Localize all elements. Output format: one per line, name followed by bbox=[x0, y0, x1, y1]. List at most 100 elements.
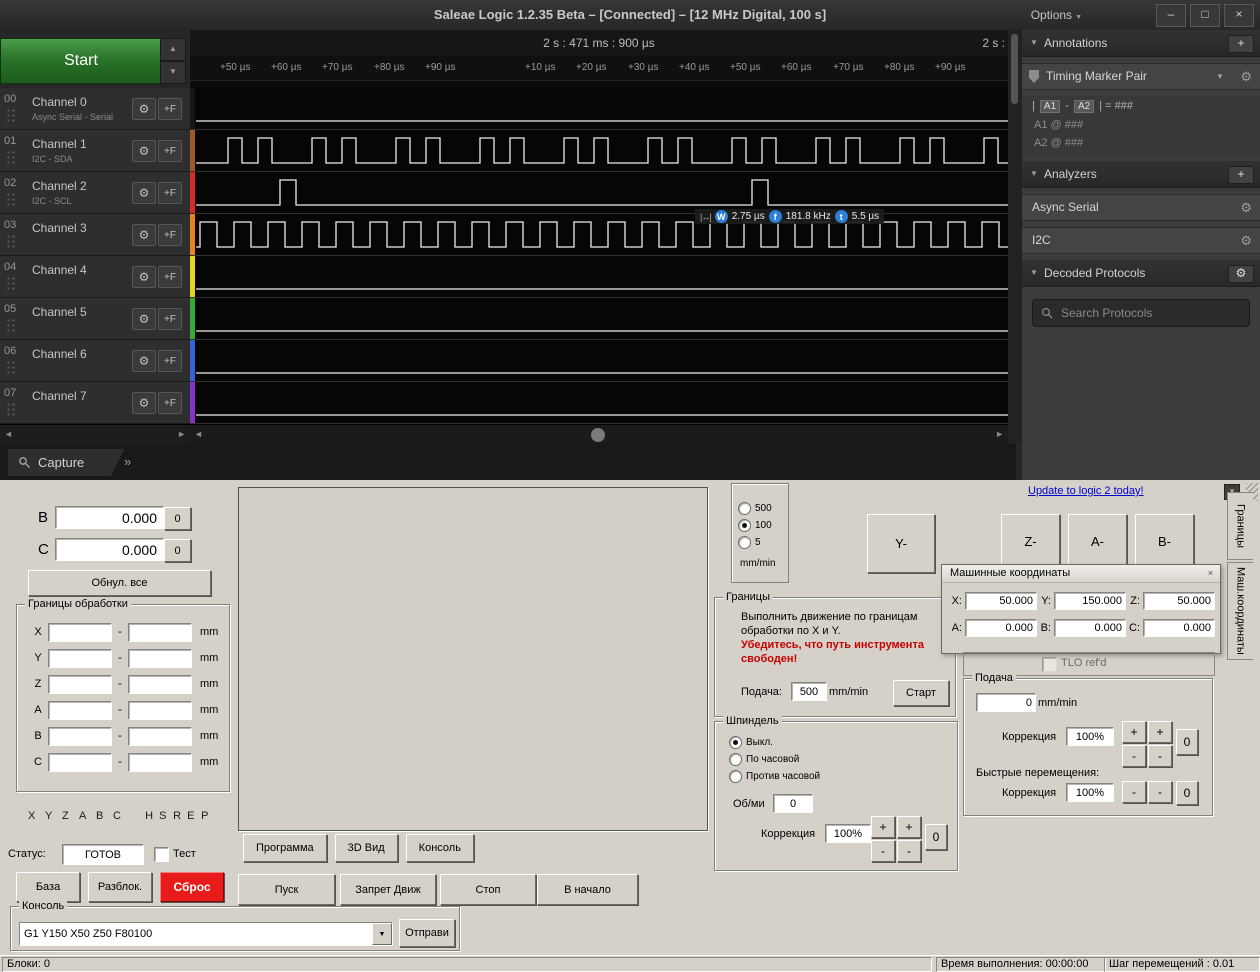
channel-row[interactable]: 01 Channel 1 I2C - SDA ⚙ +F bbox=[0, 130, 190, 172]
limit-from-input[interactable] bbox=[48, 648, 112, 668]
rewind-button[interactable]: В начало bbox=[537, 874, 638, 905]
home-button[interactable]: База bbox=[16, 872, 80, 902]
analyzers-header[interactable]: ▼ Analyzers + bbox=[1022, 161, 1260, 188]
start-capture-button[interactable]: Start bbox=[0, 38, 162, 84]
rpm-input[interactable] bbox=[773, 794, 813, 813]
coord-value[interactable] bbox=[965, 592, 1037, 610]
limit-from-input[interactable] bbox=[48, 700, 112, 720]
view-tab[interactable]: Программа bbox=[243, 834, 327, 862]
scroll-left-icon[interactable]: ◄ bbox=[4, 429, 13, 439]
analyzer-row-async-serial[interactable]: Async Serial ⚙ bbox=[1022, 194, 1260, 221]
limit-from-input[interactable] bbox=[48, 726, 112, 746]
limit-to-input[interactable] bbox=[128, 622, 192, 642]
feed-zero-button[interactable]: 0 bbox=[1176, 729, 1198, 755]
limit-to-input[interactable] bbox=[128, 726, 192, 746]
waveform-lane[interactable] bbox=[190, 172, 1008, 214]
side-tab-limits[interactable]: Границы bbox=[1227, 492, 1253, 560]
radio-option[interactable]: Выкл. bbox=[729, 734, 820, 751]
waveform-lane[interactable] bbox=[190, 298, 1008, 340]
add-analyzer-button[interactable]: + bbox=[1228, 166, 1254, 184]
tlo-checkbox[interactable] bbox=[1042, 657, 1057, 672]
channel-row[interactable]: 06 Channel 6 ⚙ +F bbox=[0, 340, 190, 382]
spindle-override-input[interactable] bbox=[825, 824, 871, 843]
limit-to-input[interactable] bbox=[128, 700, 192, 720]
zero-c-button[interactable]: 0 bbox=[164, 539, 191, 562]
channel-trigger-button[interactable]: +F bbox=[158, 350, 182, 372]
collapse-icon[interactable]: ▼ bbox=[1030, 30, 1038, 56]
protocol-search[interactable] bbox=[1032, 299, 1250, 327]
limit-from-input[interactable] bbox=[48, 674, 112, 694]
machine-coords-titlebar[interactable]: Машинные координаты × bbox=[942, 565, 1220, 583]
zero-all-button[interactable]: Обнул. все bbox=[28, 570, 211, 596]
scrollbar-thumb[interactable] bbox=[591, 428, 605, 442]
waveform-lane[interactable] bbox=[190, 88, 1008, 130]
gear-icon[interactable]: ⚙ bbox=[1228, 265, 1254, 283]
feed-plus-button[interactable]: + bbox=[1122, 721, 1146, 743]
gear-icon[interactable]: ⚙ bbox=[1240, 64, 1252, 89]
reset-button[interactable]: Сброс bbox=[160, 872, 224, 902]
channel-row[interactable]: 00 Channel 0 Async Serial - Serial ⚙ +F bbox=[0, 88, 190, 130]
close-button[interactable]: × bbox=[1224, 4, 1254, 27]
view-tab[interactable]: 3D Вид bbox=[334, 834, 398, 862]
axis-b-value[interactable] bbox=[55, 506, 164, 529]
collapse-icon[interactable]: ▼ bbox=[1030, 161, 1038, 187]
coord-value[interactable] bbox=[1054, 592, 1126, 610]
coord-value[interactable] bbox=[965, 619, 1037, 637]
analyzer-row-i2c[interactable]: I2C ⚙ bbox=[1022, 227, 1260, 254]
limit-to-input[interactable] bbox=[128, 752, 192, 772]
coord-value[interactable] bbox=[1143, 592, 1215, 610]
waveform-lane[interactable] bbox=[190, 130, 1008, 172]
radio-option[interactable]: По часовой bbox=[729, 751, 820, 768]
channel-row[interactable]: 07 Channel 7 ⚙ +F bbox=[0, 382, 190, 424]
limit-to-input[interactable] bbox=[128, 648, 192, 668]
tab-capture[interactable]: Capture bbox=[8, 449, 124, 476]
waveform-lane[interactable] bbox=[190, 340, 1008, 382]
minimize-button[interactable]: – bbox=[1156, 4, 1186, 27]
scroll-left-icon[interactable]: ◄ bbox=[194, 429, 203, 439]
channel-trigger-button[interactable]: +F bbox=[158, 392, 182, 414]
timing-marker-pair-row[interactable]: Timing Marker Pair ▼ ⚙ bbox=[1022, 63, 1260, 90]
radio-option[interactable]: 500 bbox=[738, 500, 772, 517]
waveform-lane[interactable] bbox=[190, 382, 1008, 424]
channel-row[interactable]: 02 Channel 2 I2C - SCL ⚙ +F bbox=[0, 172, 190, 214]
gear-icon[interactable]: ⚙ bbox=[1240, 228, 1252, 253]
channel-trigger-button[interactable]: +F bbox=[158, 266, 182, 288]
radio-option[interactable]: Против часовой bbox=[729, 768, 820, 785]
limits-feed-input[interactable] bbox=[791, 682, 827, 701]
rapid-minus-button[interactable]: - bbox=[1122, 781, 1146, 803]
annotations-header[interactable]: ▼ Annotations + bbox=[1022, 30, 1260, 57]
unlock-button[interactable]: Разблок. bbox=[88, 872, 152, 902]
side-tab-coords[interactable]: Маш.координаты bbox=[1227, 562, 1253, 660]
channel-panel-scrollbar[interactable]: ◄ ► bbox=[0, 424, 190, 445]
channel-settings-button[interactable]: ⚙ bbox=[132, 224, 156, 246]
channel-settings-button[interactable]: ⚙ bbox=[132, 392, 156, 414]
feed-override-input[interactable] bbox=[1066, 727, 1114, 746]
chevrons-icon[interactable]: » bbox=[124, 454, 131, 469]
rapid-minus-button[interactable]: - bbox=[1148, 781, 1172, 803]
waveform-scrollbar[interactable]: ◄ ► bbox=[190, 424, 1008, 445]
feed-minus-button[interactable]: - bbox=[1122, 745, 1146, 767]
channel-row[interactable]: 05 Channel 5 ⚙ +F bbox=[0, 298, 190, 340]
channel-row[interactable]: 04 Channel 4 ⚙ +F bbox=[0, 256, 190, 298]
feed-input[interactable] bbox=[976, 693, 1036, 712]
options-menu[interactable]: Options ▼ bbox=[1031, 8, 1082, 22]
limit-from-input[interactable] bbox=[48, 622, 112, 642]
feed-plus-button[interactable]: + bbox=[1148, 721, 1172, 743]
channel-settings-button[interactable]: ⚙ bbox=[132, 140, 156, 162]
channel-settings-button[interactable]: ⚙ bbox=[132, 308, 156, 330]
saleae-titlebar[interactable]: Saleae Logic 1.2.35 Beta – [Connected] –… bbox=[0, 0, 1260, 31]
gear-icon[interactable]: ⚙ bbox=[1240, 195, 1252, 220]
waveform-lane[interactable] bbox=[190, 256, 1008, 298]
coord-value[interactable] bbox=[1054, 619, 1126, 637]
override-zero-button[interactable]: 0 bbox=[925, 824, 947, 850]
feed-minus-button[interactable]: - bbox=[1148, 745, 1172, 767]
waveform-lane[interactable] bbox=[190, 214, 1008, 256]
channel-settings-button[interactable]: ⚙ bbox=[132, 98, 156, 120]
override-minus-button[interactable]: - bbox=[897, 840, 921, 862]
radio-option[interactable]: 100 bbox=[738, 517, 772, 534]
coord-value[interactable] bbox=[1143, 619, 1215, 637]
channel-trigger-button[interactable]: +F bbox=[158, 224, 182, 246]
scroll-right-icon[interactable]: ► bbox=[995, 429, 1004, 439]
override-minus-button[interactable]: - bbox=[871, 840, 895, 862]
gcode-input[interactable] bbox=[20, 923, 372, 945]
